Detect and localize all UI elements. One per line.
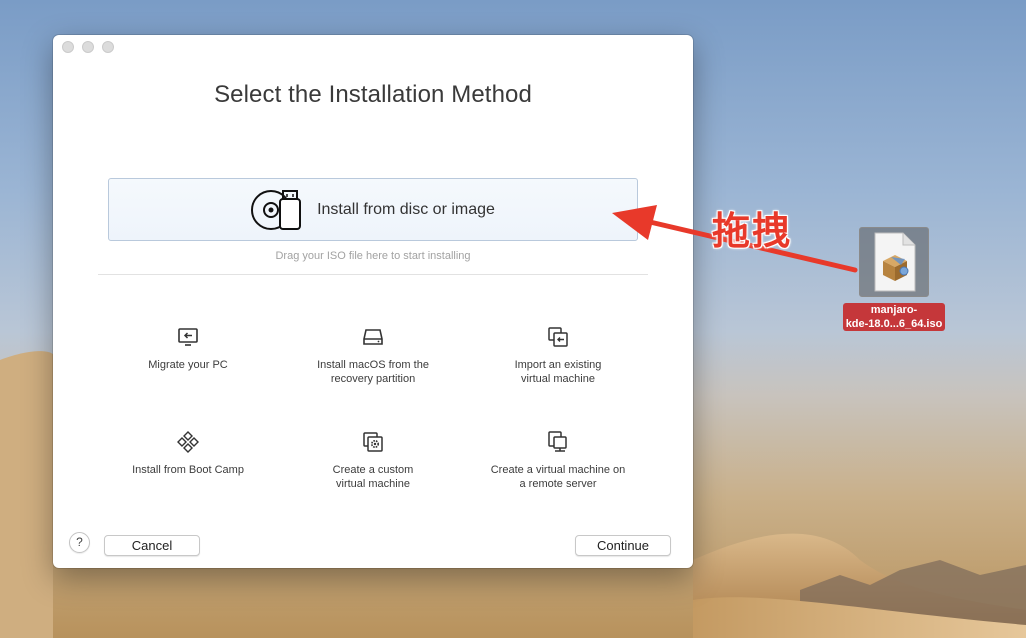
- iso-file-name-line2: kde-18.0...6_64.iso: [845, 318, 943, 330]
- divider: [98, 274, 648, 275]
- desktop-iso-file[interactable]: manjaro-kde-18.0...6_64.iso: [834, 227, 954, 332]
- option-label: Create a virtual machine on a remote ser…: [490, 464, 626, 490]
- import-existing-vm-option[interactable]: Import an existing virtual machine: [463, 325, 653, 386]
- close-window-button[interactable]: [62, 41, 74, 53]
- zoom-window-button[interactable]: [102, 41, 114, 53]
- iso-file-name-line1: manjaro-: [870, 304, 918, 316]
- install-from-disc-label: Install from disc or image: [317, 200, 495, 218]
- install-from-disc-dropzone[interactable]: Install from disc or image: [108, 178, 638, 241]
- drag-hint: Drag your ISO file here to start install…: [275, 250, 471, 262]
- option-label: Create a custom virtual machine: [332, 464, 414, 490]
- installation-method-window: Select the Installation Method Install f…: [53, 35, 693, 568]
- bootcamp-diamond-icon: [177, 431, 199, 453]
- disc-usb-icon: [251, 189, 302, 230]
- window-controls: [62, 41, 114, 53]
- migrate-pc-option[interactable]: Migrate your PC: [93, 325, 283, 372]
- install-boot-camp-option[interactable]: Install from Boot Camp: [93, 430, 283, 477]
- cancel-button[interactable]: Cancel: [104, 535, 200, 556]
- option-label: Import an existing virtual machine: [514, 359, 602, 385]
- iso-file-icon: [874, 232, 916, 292]
- option-label: Install macOS from the recovery partitio…: [317, 359, 429, 385]
- minimize-window-button[interactable]: [82, 41, 94, 53]
- monitor-arrow-icon: [178, 328, 198, 346]
- create-remote-vm-option[interactable]: Create a virtual machine on a remote ser…: [463, 430, 653, 491]
- continue-button[interactable]: Continue: [575, 535, 671, 556]
- page-title: Select the Installation Method: [214, 81, 532, 108]
- create-custom-vm-option[interactable]: Create a custom virtual machine: [278, 430, 468, 491]
- option-label: Install from Boot Camp: [132, 464, 244, 476]
- remote-server-icon: [548, 431, 567, 452]
- hard-drive-icon: [363, 329, 383, 345]
- install-macos-recovery-option[interactable]: Install macOS from the recovery partitio…: [278, 325, 468, 386]
- help-button[interactable]: ?: [69, 532, 90, 553]
- drag-annotation-text: 拖拽: [712, 209, 793, 253]
- iso-file-name: manjaro-kde-18.0...6_64.iso: [842, 303, 946, 331]
- iso-file-thumbnail: [859, 227, 929, 297]
- option-label: Migrate your PC: [148, 359, 228, 371]
- custom-vm-gear-icon: [363, 432, 383, 452]
- import-vm-icon: [548, 327, 568, 347]
